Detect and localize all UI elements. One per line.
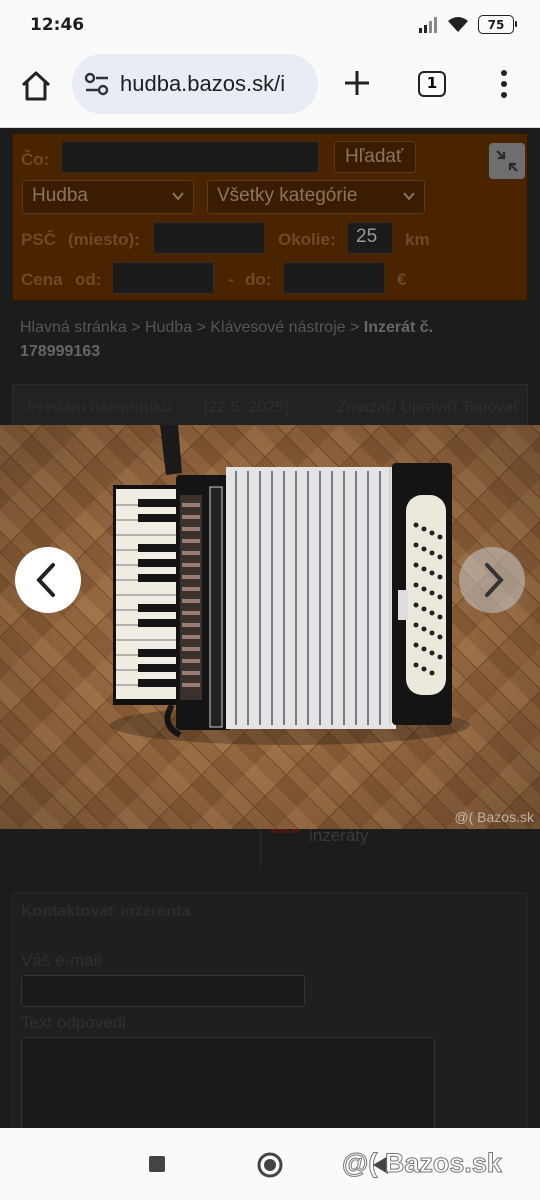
wifi-icon [448, 17, 468, 32]
reply-textarea[interactable] [21, 1037, 435, 1128]
email-label: Váš e-mail [21, 951, 102, 970]
home-nav-icon[interactable] [256, 1151, 284, 1179]
battery-level: 75 [487, 17, 505, 32]
previous-photo-button[interactable] [15, 547, 81, 613]
contact-form: Kontaktovať inzerenta Váš e-mail Text od… [12, 892, 528, 1128]
listing-header: Predám harmoniku - [22.5. 2025] Zmazať/ … [12, 384, 528, 428]
tab-switcher-button[interactable]: 1 [418, 71, 446, 97]
price-dash: - [228, 270, 234, 289]
price-to-label: do: [245, 270, 272, 289]
listing-date: - [22.5. 2025] [194, 399, 289, 416]
status-time: 12:46 [30, 15, 85, 35]
search-panel: Čo: Hľadať Hudba Všetky kategórie PSČ (m… [12, 133, 528, 301]
price-to-input[interactable] [283, 262, 385, 294]
zip-label: PSČ [21, 230, 56, 249]
home-icon[interactable] [18, 68, 54, 104]
browser-toolbar: hudba.bazos.sk/i 1 [0, 52, 540, 128]
recents-icon[interactable] [148, 1155, 166, 1173]
more-menu-icon[interactable] [494, 68, 514, 100]
new-tab-icon[interactable] [342, 68, 372, 98]
radius-input[interactable]: 25 [347, 222, 393, 254]
collapse-icon[interactable] [489, 143, 525, 179]
footer-watermark: @( Bazos.sk [342, 1148, 503, 1179]
category-select-value: Všetky kategórie [217, 185, 358, 206]
listing-title: Predám harmoniku [27, 399, 172, 416]
contact-heading: Kontaktovať inzerenta [21, 903, 191, 920]
listing-actions[interactable]: Zmazať/ Upraviť/ Topovať [337, 399, 519, 417]
section-select[interactable]: Hudba [22, 180, 194, 214]
price-label: Cena [21, 270, 63, 289]
chevron-down-icon [403, 192, 415, 201]
price-from-label: od: [75, 270, 102, 289]
reply-label: Text odpovedi [21, 1013, 126, 1032]
section-select-value: Hudba [32, 185, 88, 206]
price-from-input[interactable] [112, 262, 214, 294]
signal-icon [419, 16, 437, 33]
url-text: hudba.bazos.sk/i [120, 71, 286, 96]
screen: 12:46 75 hudba.bazos.sk/i 1 Čo: Hľadať H… [0, 0, 540, 1200]
radius-unit: km [405, 230, 430, 249]
next-photo-button[interactable] [459, 547, 525, 613]
chevron-down-icon [172, 192, 184, 201]
listing-photo[interactable]: @( Bazos.sk [0, 425, 540, 829]
category-select[interactable]: Všetky kategórie [207, 180, 425, 214]
search-input[interactable] [61, 141, 319, 173]
search-button[interactable]: Hľadať [334, 141, 416, 173]
chevron-right-icon [485, 563, 504, 597]
accordion-photo [0, 425, 540, 829]
zip-input[interactable] [153, 222, 265, 254]
other-ads-label: inzeráty [309, 826, 369, 845]
email-field[interactable] [21, 975, 305, 1007]
photo-watermark: @( Bazos.sk [454, 809, 534, 825]
address-bar[interactable]: hudba.bazos.sk/i [72, 54, 318, 114]
breadcrumb-path[interactable]: Hlavná stránka > Hudba > Klávesové nástr… [20, 319, 359, 336]
breadcrumb: Hlavná stránka > Hudba > Klávesové nástr… [20, 316, 500, 364]
search-what-label: Čo: [21, 150, 50, 169]
site-settings-icon[interactable] [84, 72, 110, 96]
status-bar: 12:46 75 [0, 0, 540, 52]
battery-icon: 75 [478, 15, 517, 34]
currency-label: € [397, 270, 407, 289]
status-icons: 75 [418, 15, 517, 34]
chevron-left-icon [36, 563, 55, 597]
place-label: (miesto): [68, 230, 140, 249]
radius-label: Okolie: [278, 230, 336, 249]
